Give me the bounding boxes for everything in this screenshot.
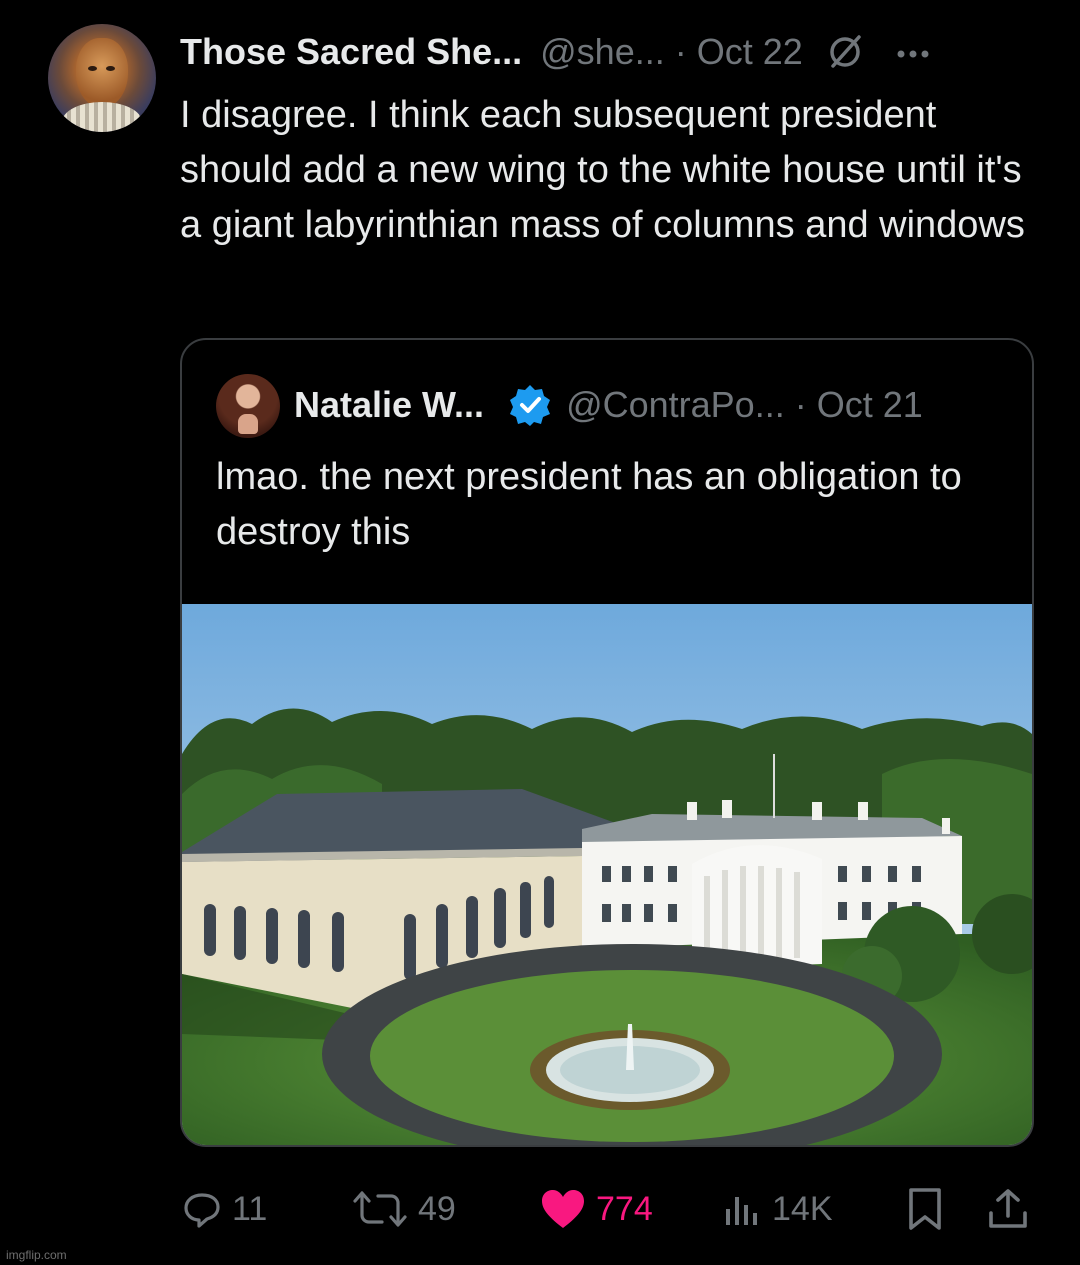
author-avatar[interactable] — [48, 24, 156, 132]
views-button[interactable]: 14K — [722, 1178, 833, 1240]
quoted-author-name[interactable]: Natalie W... — [294, 384, 484, 426]
quoted-tweet-date[interactable]: Oct 21 — [817, 384, 923, 426]
bookmark-button[interactable] — [905, 1178, 945, 1240]
like-count: 774 — [596, 1189, 653, 1228]
author-name[interactable]: Those Sacred She... — [180, 31, 522, 73]
share-icon — [989, 1189, 1027, 1228]
quoted-author-handle[interactable]: @ContraPo... — [566, 384, 785, 426]
avatar-eye — [106, 66, 115, 71]
verified-badge-icon — [510, 385, 551, 426]
imgflip-watermark: imgflip.com — [6, 1248, 67, 1262]
repost-count: 49 — [418, 1189, 456, 1228]
reply-count: 11 — [232, 1189, 268, 1228]
views-icon — [726, 1197, 757, 1225]
tweet-actions: 11 49 774 14K — [0, 1178, 1080, 1240]
quoted-tweet-header: Natalie W... @ContraPo... · Oct 21 — [294, 380, 923, 430]
avatar-hands — [238, 414, 258, 434]
avatar-collar — [62, 102, 142, 132]
author-handle[interactable]: @she... — [540, 31, 665, 73]
reply-icon — [184, 1193, 220, 1228]
more-icon[interactable] — [893, 32, 933, 72]
quoted-tweet-text: lmao. the next president has an obligati… — [216, 456, 962, 553]
quoted-tweet-card[interactable]: Natalie W... @ContraPo... · Oct 21 lmao.… — [180, 338, 1034, 1147]
no-entry-icon[interactable] — [825, 32, 865, 72]
like-button[interactable]: 774 — [540, 1178, 653, 1240]
tweet-text: I disagree. I think each subsequent pres… — [180, 94, 1025, 246]
avatar-face — [76, 38, 128, 108]
heart-icon — [542, 1190, 584, 1228]
quoted-author-avatar[interactable] — [216, 374, 280, 438]
view-count: 14K — [772, 1189, 833, 1228]
repost-button[interactable]: 49 — [352, 1178, 456, 1240]
repost-icon — [353, 1191, 407, 1227]
tweet-header: Those Sacred She... @she... · Oct 22 — [180, 26, 933, 78]
header-separator: · — [674, 31, 687, 72]
avatar-eye — [88, 66, 97, 71]
tweet-date[interactable]: Oct 22 — [697, 31, 803, 73]
share-button[interactable] — [986, 1178, 1030, 1240]
quoted-header-separator: · — [794, 384, 807, 425]
reply-button[interactable]: 11 — [182, 1178, 267, 1240]
white-house-photo[interactable] — [182, 604, 1032, 1145]
bookmark-icon — [909, 1188, 941, 1230]
